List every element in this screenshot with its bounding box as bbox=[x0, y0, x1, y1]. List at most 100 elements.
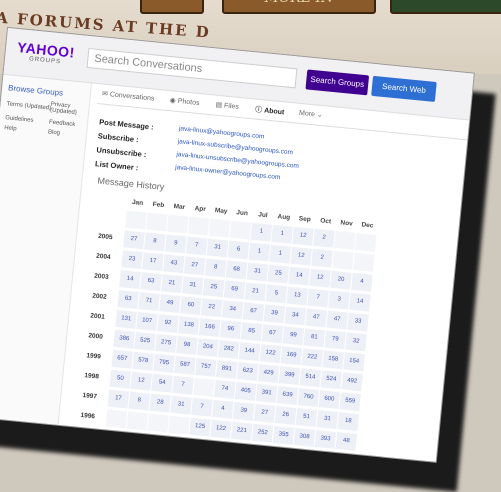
history-cell[interactable]: 222 bbox=[301, 348, 324, 368]
guidelines-link[interactable]: Guidelines bbox=[5, 115, 34, 124]
history-cell[interactable]: 12 bbox=[292, 226, 314, 246]
history-cell[interactable]: 795 bbox=[153, 353, 175, 373]
history-cell[interactable]: 429 bbox=[257, 364, 280, 384]
history-cell[interactable]: 158 bbox=[322, 350, 344, 370]
history-cell[interactable]: 1 bbox=[269, 244, 292, 264]
history-cell[interactable]: 33 bbox=[347, 312, 369, 332]
history-cell[interactable]: 355 bbox=[272, 425, 295, 445]
history-cell[interactable]: 492 bbox=[341, 372, 363, 392]
history-cell[interactable]: 760 bbox=[297, 388, 320, 408]
history-cell[interactable]: 7 bbox=[185, 236, 208, 256]
history-cell[interactable]: 81 bbox=[303, 328, 326, 348]
history-cell[interactable]: 122 bbox=[259, 344, 282, 364]
history-cell[interactable]: 4 bbox=[351, 272, 373, 292]
history-cell[interactable]: 21 bbox=[244, 282, 267, 302]
history-cell[interactable]: 20 bbox=[330, 270, 352, 290]
history-cell[interactable]: 27 bbox=[183, 256, 206, 276]
history-cell[interactable]: 524 bbox=[320, 370, 343, 390]
terms-link[interactable]: Terms (Updated) bbox=[6, 101, 51, 111]
history-cell[interactable]: 169 bbox=[280, 346, 303, 366]
history-cell[interactable]: 43 bbox=[162, 254, 185, 274]
history-cell[interactable]: 99 bbox=[282, 326, 305, 346]
history-cell[interactable]: 587 bbox=[174, 355, 196, 375]
history-cell[interactable]: 600 bbox=[318, 390, 341, 410]
history-cell[interactable]: 657 bbox=[111, 349, 134, 369]
history-cell[interactable]: 154 bbox=[343, 352, 365, 372]
history-cell[interactable]: 1 bbox=[271, 224, 293, 244]
history-cell[interactable]: 8 bbox=[144, 232, 166, 252]
tab-photos[interactable]: ◉Photos bbox=[169, 96, 200, 107]
history-cell[interactable]: 7 bbox=[191, 397, 213, 417]
search-web-button[interactable]: Search Web bbox=[371, 75, 437, 103]
history-cell[interactable]: 92 bbox=[157, 314, 179, 333]
history-cell[interactable]: 757 bbox=[195, 357, 217, 377]
history-cell[interactable]: 391 bbox=[255, 384, 278, 403]
history-cell[interactable]: 252 bbox=[251, 423, 274, 443]
history-cell[interactable]: 623 bbox=[236, 362, 259, 381]
history-cell[interactable]: 85 bbox=[240, 322, 263, 342]
history-cell[interactable]: 12 bbox=[130, 371, 152, 391]
history-cell[interactable]: 891 bbox=[215, 360, 238, 379]
history-cell[interactable]: 204 bbox=[196, 338, 219, 357]
history-cell[interactable]: 14 bbox=[288, 266, 310, 286]
history-cell[interactable]: 25 bbox=[267, 264, 290, 284]
history-cell[interactable]: 31 bbox=[181, 276, 204, 296]
history-cell[interactable]: 47 bbox=[305, 308, 327, 328]
history-cell[interactable]: 308 bbox=[293, 427, 316, 447]
history-cell[interactable]: 67 bbox=[242, 302, 265, 322]
history-cell[interactable]: 54 bbox=[151, 373, 173, 393]
history-cell[interactable]: 60 bbox=[179, 296, 202, 316]
history-cell[interactable]: 96 bbox=[219, 320, 242, 340]
history-cell[interactable]: 2 bbox=[313, 228, 335, 248]
history-cell[interactable]: 34 bbox=[284, 306, 307, 326]
history-cell[interactable]: 144 bbox=[238, 342, 261, 362]
browse-groups-link[interactable]: Browse Groups bbox=[8, 83, 64, 97]
history-cell[interactable]: 48 bbox=[335, 432, 358, 451]
history-cell[interactable]: 98 bbox=[176, 336, 198, 355]
tab-files[interactable]: ▤Files bbox=[215, 101, 239, 111]
history-cell[interactable]: 14 bbox=[349, 292, 371, 312]
history-cell[interactable]: 26 bbox=[274, 405, 297, 425]
history-cell[interactable]: 8 bbox=[204, 258, 227, 278]
history-cell[interactable]: 386 bbox=[113, 329, 135, 349]
history-cell[interactable]: 12 bbox=[309, 268, 331, 288]
history-cell[interactable]: 578 bbox=[132, 351, 154, 371]
tab-about[interactable]: ⓘAbout bbox=[255, 105, 285, 118]
history-cell[interactable]: 7 bbox=[307, 288, 329, 308]
help-link[interactable]: Help bbox=[4, 125, 17, 132]
tab-more[interactable]: More ⌄ bbox=[299, 109, 325, 119]
history-cell[interactable]: 51 bbox=[295, 408, 318, 427]
history-cell[interactable]: 3 bbox=[328, 290, 350, 310]
history-cell[interactable]: 17 bbox=[142, 252, 164, 272]
history-cell[interactable]: 5 bbox=[265, 284, 288, 304]
history-cell[interactable]: 23 bbox=[121, 250, 143, 270]
history-cell[interactable]: 49 bbox=[159, 294, 181, 314]
history-cell[interactable]: 514 bbox=[299, 368, 322, 388]
history-cell[interactable]: 63 bbox=[140, 272, 162, 292]
history-cell[interactable]: 21 bbox=[161, 274, 183, 294]
history-cell[interactable]: 166 bbox=[198, 318, 221, 338]
history-cell[interactable]: 39 bbox=[232, 401, 255, 421]
history-cell[interactable]: 27 bbox=[253, 403, 276, 423]
history-cell[interactable]: 107 bbox=[136, 312, 158, 331]
history-cell[interactable]: 79 bbox=[324, 330, 346, 350]
history-cell[interactable]: 639 bbox=[276, 386, 299, 405]
search-input[interactable]: Search Conversations bbox=[86, 47, 298, 89]
history-cell[interactable]: 18 bbox=[337, 412, 359, 432]
history-cell[interactable]: 25 bbox=[202, 278, 225, 298]
history-cell[interactable]: 14 bbox=[119, 270, 141, 290]
history-cell[interactable]: 74 bbox=[213, 379, 236, 399]
history-cell[interactable]: 4 bbox=[212, 399, 234, 419]
history-cell[interactable]: 6 bbox=[227, 240, 250, 260]
history-cell[interactable]: 71 bbox=[138, 292, 160, 311]
history-cell[interactable]: 28 bbox=[149, 393, 171, 413]
history-cell[interactable]: 67 bbox=[261, 324, 284, 344]
blog-link[interactable]: Blog bbox=[48, 129, 61, 136]
history-cell[interactable]: 138 bbox=[178, 316, 200, 336]
history-cell[interactable]: 131 bbox=[115, 309, 137, 329]
search-groups-button[interactable]: Search Groups bbox=[305, 69, 370, 96]
history-cell[interactable]: 13 bbox=[286, 286, 309, 306]
history-cell[interactable]: 32 bbox=[345, 332, 367, 352]
history-cell[interactable]: 34 bbox=[221, 300, 244, 320]
history-cell[interactable]: 393 bbox=[314, 429, 337, 449]
